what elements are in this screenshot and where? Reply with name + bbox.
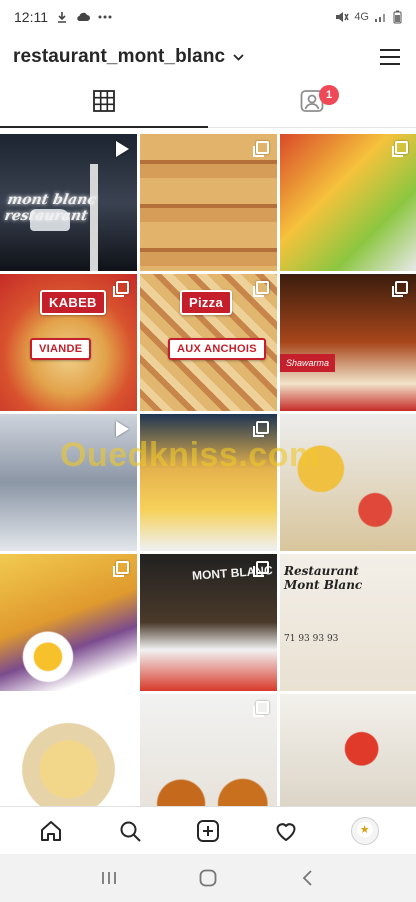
battery-icon — [393, 10, 402, 24]
post-tag-top: KABEB — [40, 290, 106, 315]
post-thumbnail-14[interactable] — [140, 694, 277, 806]
tab-grid[interactable] — [0, 80, 208, 128]
tagged-notification-badge: 1 — [319, 85, 339, 105]
status-bar: 12:11 4G — [0, 0, 416, 34]
heart-icon[interactable] — [264, 809, 308, 853]
video-play-icon — [116, 141, 129, 157]
multiple-photos-icon — [253, 701, 269, 717]
post-thumbnail-12[interactable]: Restaurant Mont Blanc 71 93 93 93 — [280, 554, 416, 691]
post-tag-bottom: VIANDE — [30, 338, 92, 360]
post-tag-bottom: AUX ANCHOIS — [168, 338, 266, 360]
search-icon[interactable] — [108, 809, 152, 853]
signal-icon — [374, 11, 388, 23]
cloud-icon — [76, 12, 90, 22]
bottom-navigation — [0, 806, 416, 854]
post-tag-top: Pizza — [180, 290, 233, 315]
chevron-down-icon[interactable] — [233, 53, 244, 61]
download-icon — [56, 11, 68, 23]
back-icon[interactable] — [285, 858, 329, 898]
tab-tagged[interactable] — [208, 80, 416, 127]
brand-line-2: Mont Blanc — [284, 578, 363, 592]
post-thumbnail-6[interactable]: Shawarma — [280, 274, 416, 411]
video-play-icon — [116, 421, 129, 437]
multiple-photos-icon — [392, 141, 408, 157]
mute-icon — [335, 11, 349, 23]
profile-avatar — [350, 816, 379, 845]
more-dots-icon — [98, 15, 112, 19]
multiple-photos-icon — [253, 561, 269, 577]
post-thumbnail-9[interactable] — [280, 414, 416, 551]
post-thumbnail-13[interactable] — [0, 694, 137, 806]
recent-apps-icon[interactable] — [87, 858, 131, 898]
posts-grid: mont blanc restaurant KABEB VIANDE Pizza… — [0, 134, 416, 806]
post-thumbnail-5[interactable]: Pizza AUX ANCHOIS — [140, 274, 277, 411]
account-switcher-username[interactable]: restaurant_mont_blanc — [13, 46, 225, 68]
new-post-icon[interactable] — [186, 809, 230, 853]
profile-tabs: 1 — [0, 80, 416, 128]
multiple-photos-icon — [253, 281, 269, 297]
multiple-photos-icon — [253, 421, 269, 437]
post-thumbnail-4[interactable]: KABEB VIANDE — [0, 274, 137, 411]
post-thumbnail-15[interactable] — [280, 694, 416, 806]
post-thumbnail-8[interactable] — [140, 414, 277, 551]
multiple-photos-icon — [113, 281, 129, 297]
post-thumbnail-2[interactable] — [140, 134, 277, 271]
brand-phone: 71 93 93 93 — [284, 634, 339, 644]
multiple-photos-icon — [253, 141, 269, 157]
network-label: 4G — [354, 11, 369, 23]
system-navigation — [0, 854, 416, 902]
shawarma-label: Shawarma — [280, 354, 336, 372]
status-time: 12:11 — [14, 9, 48, 25]
post-thumbnail-10[interactable] — [0, 554, 137, 691]
post-thumbnail-11[interactable]: MONT BLANC — [140, 554, 277, 691]
brand-line-1: Restaurant — [284, 564, 359, 578]
post-thumbnail-3[interactable] — [280, 134, 416, 271]
profile-tab[interactable] — [343, 809, 387, 853]
home-circle-icon[interactable] — [186, 858, 230, 898]
home-icon[interactable] — [29, 809, 73, 853]
brand-label: Restaurant Mont Blanc 71 93 93 93 — [284, 564, 362, 646]
grid-icon — [93, 90, 115, 117]
post-thumbnail-7[interactable] — [0, 414, 137, 551]
post-thumbnail-1[interactable]: mont blanc restaurant — [0, 134, 137, 271]
multiple-photos-icon — [113, 561, 129, 577]
profile-header: restaurant_mont_blanc — [0, 34, 416, 80]
multiple-photos-icon — [392, 281, 408, 297]
hamburger-menu-icon[interactable] — [376, 43, 404, 71]
restaurant-sign-text: mont blanc restaurant — [3, 192, 98, 224]
